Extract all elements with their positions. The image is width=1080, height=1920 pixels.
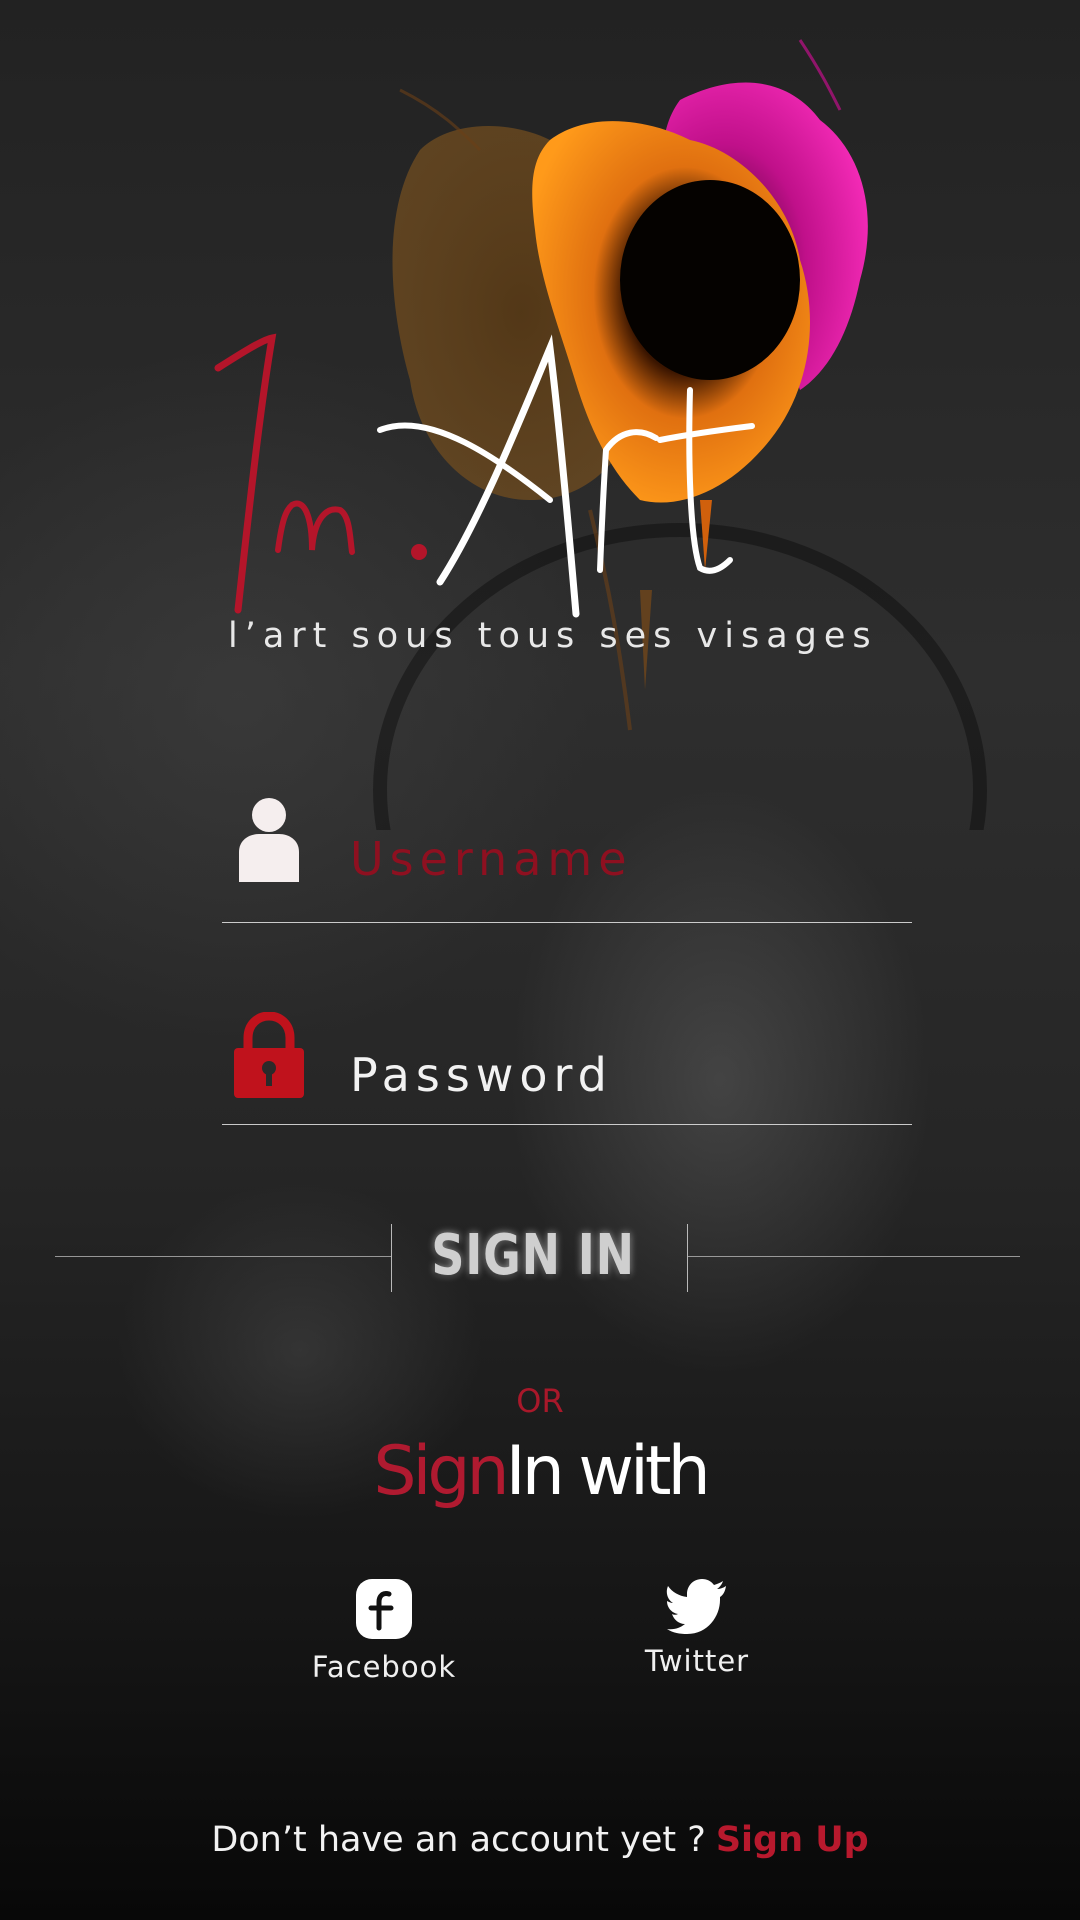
right-bracket: [687, 1224, 688, 1292]
twitter-login-button[interactable]: Twitter: [597, 1578, 797, 1678]
username-input[interactable]: Username: [350, 832, 633, 886]
right-divider: [688, 1256, 1020, 1257]
tagline: l’art sous tous ses visages: [228, 616, 878, 656]
facebook-login-button[interactable]: Facebook: [284, 1578, 484, 1684]
twitter-label: Twitter: [644, 1644, 750, 1678]
login-screen: l’art sous tous ses visages Username Pas…: [0, 0, 1080, 1920]
facebook-label: Facebook: [311, 1650, 457, 1684]
password-underline: [222, 1124, 912, 1125]
sign-in-label: SIGN IN: [431, 1222, 635, 1288]
in-art-logo: [214, 333, 755, 618]
sign-in-with-heading: SignIn with: [0, 1432, 1080, 1511]
password-input[interactable]: Password: [350, 1048, 613, 1102]
sign-in-button[interactable]: SIGN IN: [392, 1212, 674, 1298]
or-label: OR: [516, 1382, 564, 1420]
sign-in-with-white: In with: [505, 1432, 711, 1511]
lock-icon: [234, 1012, 304, 1098]
left-divider: [55, 1256, 391, 1257]
username-underline: [222, 922, 912, 923]
sign-in-with-red: Sign: [373, 1432, 509, 1511]
signup-prompt-text: Don’t have an account yet ?: [211, 1820, 706, 1860]
user-icon: [239, 798, 299, 882]
signup-prompt: Don’t have an account yet ? Sign Up: [0, 1820, 1080, 1860]
sign-up-link[interactable]: Sign Up: [716, 1820, 869, 1860]
facebook-icon: [356, 1579, 412, 1639]
twitter-icon: [666, 1579, 726, 1634]
